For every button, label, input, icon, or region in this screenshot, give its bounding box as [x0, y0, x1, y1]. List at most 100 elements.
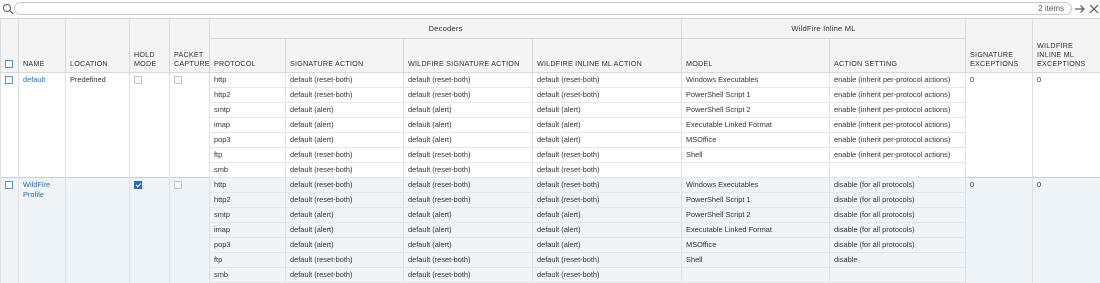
- signature-action-cell: default (reset-both): [286, 178, 404, 193]
- ml-action-setting-cell: enable (inherit per-protocol actions): [830, 103, 966, 118]
- col-packet-capture[interactable]: PACKET CAPTURE: [170, 19, 210, 73]
- ml-action-setting-cell: enable (inherit per-protocol actions): [830, 88, 966, 103]
- table-body: defaultPredefinedhttpdefault (reset-both…: [1, 73, 1100, 283]
- table-header: NAME LOCATION HOLD MODE PACKET CAPTURE D…: [1, 19, 1100, 73]
- wildfire-signature-action-cell: default (reset-both): [404, 148, 533, 163]
- wildfire-signature-action-cell: default (reset-both): [404, 253, 533, 268]
- ml-action-setting-cell: [830, 163, 966, 178]
- protocol-cell: http: [210, 73, 286, 88]
- row-select-cell: [1, 73, 19, 178]
- ml-action-setting-cell: disable (for all protocols): [830, 178, 966, 193]
- protocol-cell: imap: [210, 118, 286, 133]
- wildfire-signature-action-cell: default (alert): [404, 118, 533, 133]
- select-all-header: [1, 19, 19, 73]
- signature-action-cell: default (alert): [286, 238, 404, 253]
- row-select-cell: [1, 178, 19, 283]
- apply-filter-arrow-icon[interactable]: [1074, 3, 1086, 15]
- hold-mode-checkbox: [134, 76, 142, 84]
- row-select-checkbox[interactable]: [5, 181, 13, 189]
- ml-model-cell: MSOffice: [682, 133, 830, 148]
- wildfire-signature-action-cell: default (alert): [404, 238, 533, 253]
- ml-action-setting-cell: enable (inherit per-protocol actions): [830, 133, 966, 148]
- wildfire-inline-ml-action-cell: default (reset-both): [533, 178, 682, 193]
- packet-capture-checkbox: [174, 181, 182, 189]
- ml-action-setting-cell: enable (inherit per-protocol actions): [830, 118, 966, 133]
- ml-action-setting-cell: [830, 268, 966, 283]
- col-signature-action[interactable]: SIGNATURE ACTION: [286, 39, 404, 73]
- filter-toolbar: 2 items: [0, 0, 1100, 18]
- row-select-checkbox[interactable]: [5, 76, 13, 84]
- col-hold-mode[interactable]: HOLD MODE: [130, 19, 170, 73]
- clear-filter-close-icon[interactable]: [1088, 3, 1100, 15]
- wildfire-inline-ml-action-cell: default (alert): [533, 223, 682, 238]
- signature-action-cell: default (reset-both): [286, 163, 404, 178]
- profile-name-cell: WildFire Profile: [19, 178, 66, 283]
- wildfire-ml-exceptions-count: 0: [1033, 178, 1100, 283]
- signature-exceptions-count: 0: [966, 178, 1033, 283]
- protocol-cell: ftp: [210, 253, 286, 268]
- group-decoders: Decoders: [210, 19, 682, 39]
- profile-row[interactable]: WildFire Profilehttpdefault (reset-both)…: [1, 178, 1100, 193]
- signature-exceptions-count: 0: [966, 73, 1033, 178]
- select-all-checkbox[interactable]: [5, 60, 13, 68]
- antivirus-profiles-table: NAME LOCATION HOLD MODE PACKET CAPTURE D…: [0, 18, 1100, 283]
- signature-action-cell: default (alert): [286, 208, 404, 223]
- protocol-cell: smb: [210, 268, 286, 283]
- wildfire-inline-ml-action-cell: default (reset-both): [533, 88, 682, 103]
- protocol-cell: smtp: [210, 208, 286, 223]
- ml-action-setting-cell: enable (inherit per-protocol actions): [830, 73, 966, 88]
- signature-action-cell: default (alert): [286, 103, 404, 118]
- wildfire-signature-action-cell: default (alert): [404, 208, 533, 223]
- hold-mode-cell: [130, 178, 170, 283]
- wildfire-signature-action-cell: default (alert): [404, 133, 533, 148]
- ml-action-setting-cell: disable (for all protocols): [830, 238, 966, 253]
- col-model[interactable]: MODEL: [682, 39, 830, 73]
- col-wildfire-inline-ml-exceptions[interactable]: WILDFIRE INLINE ML EXCEPTIONS: [1033, 19, 1100, 73]
- profile-name-cell: default: [19, 73, 66, 178]
- col-wildfire-inline-ml-action[interactable]: WILDFIRE INLINE ML ACTION: [533, 39, 682, 73]
- col-protocol[interactable]: PROTOCOL: [210, 39, 286, 73]
- wildfire-inline-ml-action-cell: default (reset-both): [533, 73, 682, 88]
- col-location[interactable]: LOCATION: [66, 19, 130, 73]
- search-icon: [2, 3, 14, 15]
- signature-action-cell: default (alert): [286, 133, 404, 148]
- ml-action-setting-cell: disable (for all protocols): [830, 208, 966, 223]
- protocol-cell: pop3: [210, 238, 286, 253]
- signature-action-cell: default (reset-both): [286, 253, 404, 268]
- wildfire-inline-ml-action-cell: default (reset-both): [533, 193, 682, 208]
- packet-capture-checkbox: [174, 76, 182, 84]
- packet-capture-cell: [170, 73, 210, 178]
- col-signature-exceptions[interactable]: SIGNATURE EXCEPTIONS: [966, 19, 1033, 73]
- profile-name-link[interactable]: default: [23, 75, 45, 84]
- protocol-cell: imap: [210, 223, 286, 238]
- col-action-setting[interactable]: ACTION SETTING: [830, 39, 966, 73]
- profile-name-link[interactable]: WildFire Profile: [23, 180, 50, 199]
- items-count: 2 items: [1038, 4, 1064, 13]
- profile-row[interactable]: defaultPredefinedhttpdefault (reset-both…: [1, 73, 1100, 88]
- ml-model-cell: Shell: [682, 148, 830, 163]
- packet-capture-cell: [170, 178, 210, 283]
- col-name[interactable]: NAME: [19, 19, 66, 73]
- profile-location: Predefined: [66, 73, 130, 178]
- signature-action-cell: default (alert): [286, 118, 404, 133]
- protocol-cell: pop3: [210, 133, 286, 148]
- ml-action-setting-cell: disable (for all protocols): [830, 223, 966, 238]
- wildfire-signature-action-cell: default (reset-both): [404, 73, 533, 88]
- wildfire-signature-action-cell: default (reset-both): [404, 178, 533, 193]
- wildfire-signature-action-cell: default (alert): [404, 223, 533, 238]
- ml-model-cell: Executable Linked Format: [682, 223, 830, 238]
- signature-action-cell: default (reset-both): [286, 88, 404, 103]
- wildfire-signature-action-cell: default (reset-both): [404, 268, 533, 283]
- ml-action-setting-cell: disable: [830, 253, 966, 268]
- wildfire-inline-ml-action-cell: default (reset-both): [533, 268, 682, 283]
- ml-model-cell: [682, 268, 830, 283]
- wildfire-signature-action-cell: default (reset-both): [404, 88, 533, 103]
- profile-location: [66, 178, 130, 283]
- filter-input[interactable]: [14, 2, 1072, 15]
- col-wildfire-signature-action[interactable]: WILDFIRE SIGNATURE ACTION: [404, 39, 533, 73]
- wildfire-inline-ml-action-cell: default (alert): [533, 103, 682, 118]
- wildfire-inline-ml-action-cell: default (alert): [533, 118, 682, 133]
- ml-model-cell: Executable Linked Format: [682, 118, 830, 133]
- signature-action-cell: default (reset-both): [286, 268, 404, 283]
- protocol-cell: ftp: [210, 148, 286, 163]
